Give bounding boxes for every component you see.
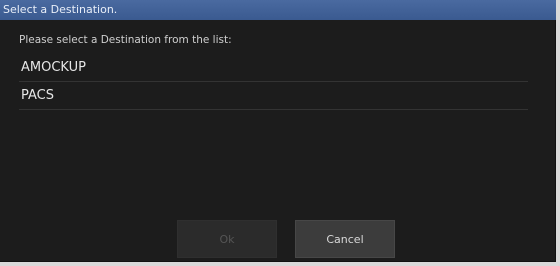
- destination-item-amockup[interactable]: AMOCKUP: [19, 54, 528, 82]
- dialog-title: Select a Destination.: [0, 0, 556, 20]
- instruction-text: Please select a Destination from the lis…: [19, 34, 232, 46]
- destination-list: AMOCKUP PACS: [19, 54, 528, 110]
- destination-dialog: Select a Destination. Please select a De…: [0, 0, 556, 262]
- cancel-button[interactable]: Cancel: [295, 220, 395, 258]
- ok-button[interactable]: Ok: [177, 220, 277, 258]
- destination-item-pacs[interactable]: PACS: [19, 82, 528, 110]
